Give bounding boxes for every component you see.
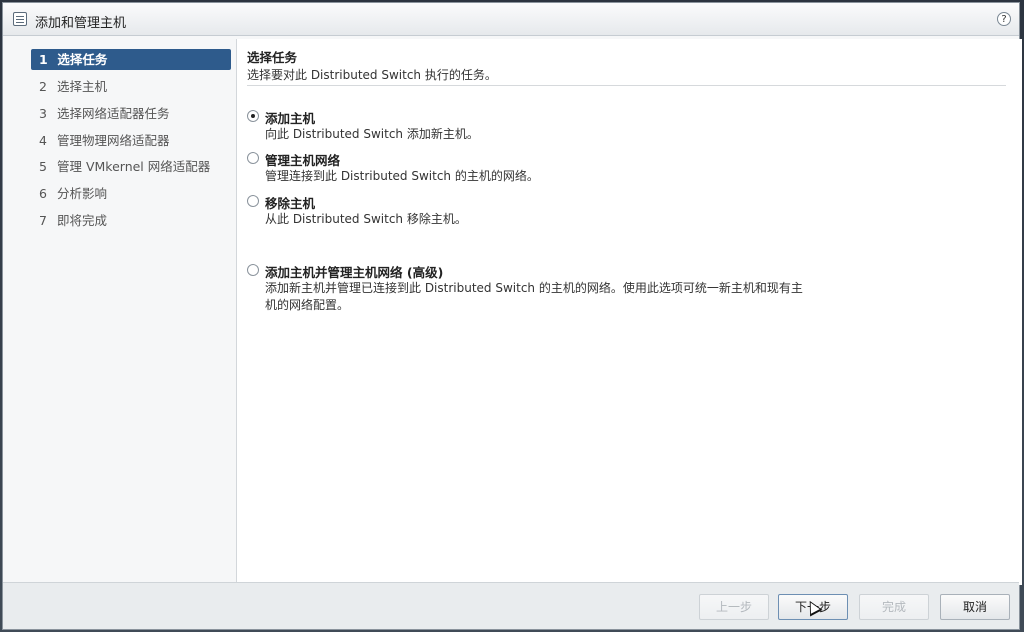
step-number: 1 <box>39 52 48 67</box>
step-number: 7 <box>39 213 47 228</box>
task-content-panel: 选择任务 选择要对此 Distributed Switch 执行的任务。 添加主… <box>236 39 1022 585</box>
divider <box>247 85 1006 86</box>
option-description: 从此 Distributed Switch 移除主机。 <box>265 212 467 226</box>
option-label: 添加主机并管理主机网络 (高级) <box>265 265 444 280</box>
radio-remove-hosts[interactable] <box>247 195 259 207</box>
step-select-adapter-tasks[interactable]: 3 选择网络适配器任务 <box>31 103 231 124</box>
option-label: 添加主机 <box>265 111 316 126</box>
step-label: 管理 VMkernel 网络适配器 <box>56 159 211 174</box>
wizard-steps-nav: 1 选择任务 2 选择主机 3 选择网络适配器任务 4 管理物理网络适配器 5 … <box>25 43 235 583</box>
radio-add-hosts[interactable] <box>247 110 259 122</box>
wizard-icon <box>13 12 27 26</box>
step-label: 即将完成 <box>56 213 107 228</box>
step-label: 分析影响 <box>56 186 107 201</box>
back-button[interactable]: 上一步 <box>699 594 769 620</box>
step-number: 4 <box>39 133 47 148</box>
step-label: 管理物理网络适配器 <box>56 133 170 148</box>
step-number: 3 <box>39 106 47 121</box>
step-analyze-impact[interactable]: 6 分析影响 <box>31 183 231 204</box>
step-number: 2 <box>39 79 47 94</box>
step-number: 6 <box>39 186 47 201</box>
dialog-footer: 上一步 下一步 完成 取消 <box>3 582 1019 629</box>
step-ready-to-complete[interactable]: 7 即将完成 <box>31 210 231 231</box>
step-manage-vmkernel-adapters[interactable]: 5 管理 VMkernel 网络适配器 <box>31 156 231 177</box>
help-icon[interactable]: ? <box>997 12 1011 26</box>
step-select-task[interactable]: 1 选择任务 <box>31 49 231 70</box>
step-manage-physical-adapters[interactable]: 4 管理物理网络适配器 <box>31 130 231 151</box>
cancel-button[interactable]: 取消 <box>940 594 1010 620</box>
add-manage-hosts-dialog: 添加和管理主机 ? 1 选择任务 2 选择主机 3 选择网络适配器任务 4 管理… <box>2 2 1022 630</box>
dialog-title: 添加和管理主机 <box>35 16 127 31</box>
finish-button[interactable]: 完成 <box>859 594 929 620</box>
step-label: 选择网络适配器任务 <box>56 106 170 121</box>
option-label: 管理主机网络 <box>265 153 341 168</box>
dialog-titlebar: 添加和管理主机 ? <box>3 3 1019 36</box>
option-description: 添加新主机并管理已连接到此 Distributed Switch 的主机的网络。… <box>265 281 803 312</box>
step-number: 5 <box>39 159 47 174</box>
content-subtitle: 选择要对此 Distributed Switch 执行的任务。 <box>247 68 497 82</box>
step-label: 选择任务 <box>57 52 108 67</box>
option-description: 向此 Distributed Switch 添加新主机。 <box>265 127 479 141</box>
step-select-hosts[interactable]: 2 选择主机 <box>31 76 231 97</box>
radio-add-and-manage-hosts[interactable] <box>247 264 259 276</box>
content-title: 选择任务 <box>247 50 298 65</box>
radio-manage-host-networking[interactable] <box>247 152 259 164</box>
step-label: 选择主机 <box>56 79 107 94</box>
option-label: 移除主机 <box>265 196 316 211</box>
option-description: 管理连接到此 Distributed Switch 的主机的网络。 <box>265 169 539 183</box>
